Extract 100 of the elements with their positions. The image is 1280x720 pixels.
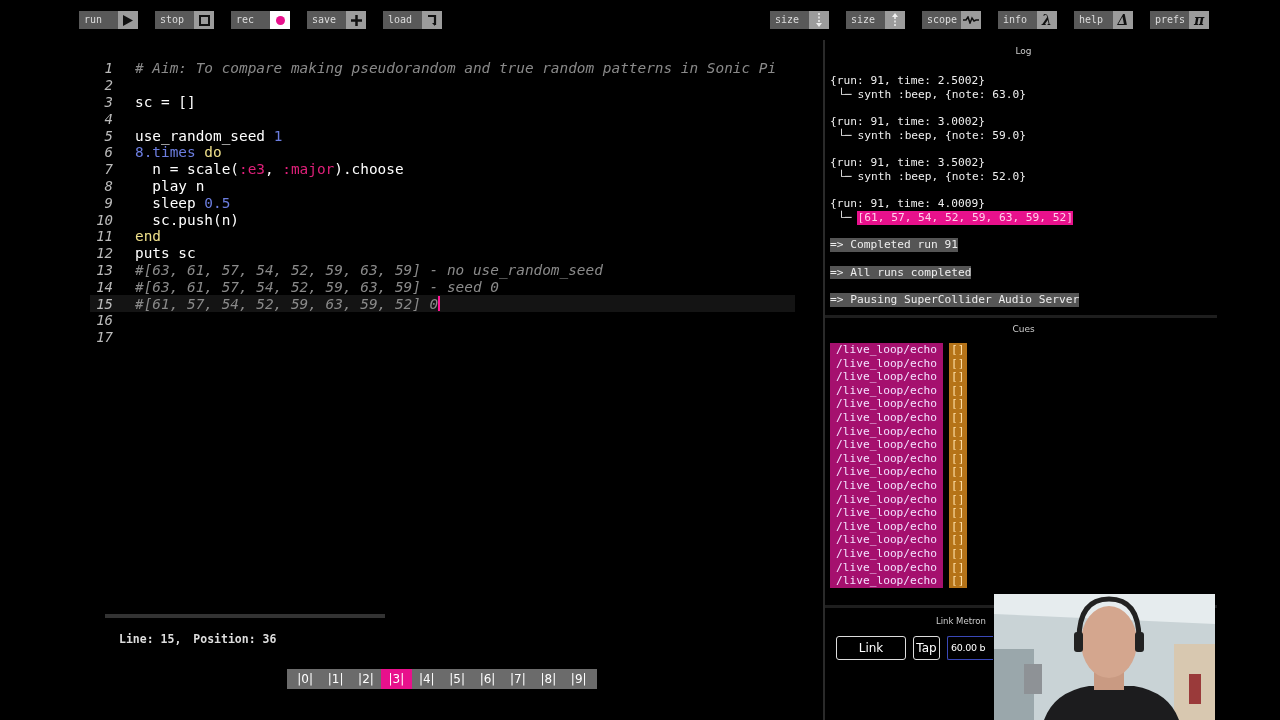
code-line: #[63, 61, 57, 54, 52, 59, 63, 59] - seed 0 [135, 278, 499, 295]
code-line: sc.push(n) [151, 211, 239, 228]
help-button[interactable]: help Δ [1074, 11, 1133, 29]
cue-path: /live_loop/echo [836, 546, 938, 561]
cue-value: [] [951, 533, 965, 547]
log-detail: synth :beep, {note: 63.0} [857, 87, 1026, 102]
cue-path: /live_loop/echo [836, 356, 938, 371]
cue-path: /live_loop/echo [836, 424, 938, 439]
symbol-icon: Δ [1113, 11, 1133, 29]
workspace-tab[interactable]: |6| [472, 669, 503, 689]
metronome-title: Link Metron [936, 616, 986, 626]
bpm-field[interactable]: 60.00 b [947, 636, 993, 660]
cues-title: Cues [1011, 323, 1036, 336]
code-line: end [135, 228, 161, 245]
workspace-tab[interactable]: |3| [381, 669, 412, 689]
cue-value: [] [951, 410, 965, 425]
line-number: 14 [95, 278, 113, 295]
cue-value: [] [951, 560, 965, 575]
code-line: 8.times do [135, 144, 222, 161]
log-header: {run: 91, time: 2.5002} [830, 74, 986, 87]
code-line: puts sc [135, 245, 196, 262]
workspace-tab[interactable]: |1| [320, 669, 351, 689]
rec-button[interactable]: rec [231, 11, 290, 29]
workspace-tab[interactable]: |4| [411, 669, 442, 689]
branch-glyph: └─ [838, 87, 852, 102]
link-button[interactable]: Link [836, 636, 906, 660]
workspace-tab[interactable]: |7| [502, 669, 534, 689]
code-line: use_random_seed 1 [135, 127, 283, 144]
line-indicator: Line: 15, [119, 632, 182, 648]
cue-path: /live_loop/echo [836, 560, 938, 575]
log-header: {run: 91, time: 4.0009} [830, 197, 986, 211]
symbol-icon: π [1189, 11, 1209, 29]
load-icon [422, 11, 442, 29]
cue-value: [] [951, 424, 965, 439]
cue-path: /live_loop/echo [836, 533, 938, 547]
position-indicator: Position: 36 [193, 632, 277, 648]
code-line: #[63, 61, 57, 54, 52, 59, 63, 59] - no use_random_seed [135, 261, 603, 278]
line-number: 16 [95, 312, 113, 329]
size-button[interactable]: size [770, 11, 829, 29]
log-message: => Completed run 91 [830, 238, 958, 253]
cue-value: [] [951, 397, 965, 411]
branch-glyph: └─ [838, 169, 852, 184]
cue-path: /live_loop/echo [836, 370, 938, 384]
line-number: 15 [95, 295, 113, 312]
log-detail: [61, 57, 54, 52, 59, 63, 59, 52] [857, 211, 1074, 225]
cue-value: [] [951, 519, 965, 534]
log-header: {run: 91, time: 3.5002} [830, 156, 986, 170]
workspace-tab[interactable]: |2| [350, 669, 382, 689]
workspace-tab[interactable]: |5| [441, 669, 473, 689]
cue-value: [] [951, 506, 965, 520]
record-icon [270, 11, 290, 29]
cue-value: [] [951, 356, 965, 371]
workspace-tab[interactable]: |8| [533, 669, 564, 689]
code-line: sc = [] [135, 94, 196, 110]
prefs-button[interactable]: prefs π [1150, 11, 1209, 29]
line-number: 8 [103, 177, 113, 194]
cue-path: /live_loop/echo [836, 492, 938, 507]
log-message: => All runs completed [830, 265, 972, 280]
log-header: {run: 91, time: 3.0002} [830, 115, 986, 129]
workspace-tab[interactable]: |9| [563, 669, 594, 689]
plus-icon [346, 11, 366, 29]
log-message: => Pausing SuperCollider Audio Server [830, 293, 1080, 307]
cue-value: [] [951, 492, 965, 507]
cue-path: /live_loop/echo [836, 519, 938, 534]
workspace-tab[interactable]: |0| [290, 669, 321, 689]
cue-path: /live_loop/echo [836, 478, 938, 493]
cue-path: /live_loop/echo [836, 506, 938, 520]
cue-path: /live_loop/echo [836, 383, 938, 398]
info-button[interactable]: info λ [998, 11, 1057, 29]
size-button[interactable]: size [846, 11, 905, 29]
log-detail: synth :beep, {note: 59.0} [857, 128, 1026, 143]
arrow-up-icon [885, 11, 905, 29]
line-number: 12 [95, 245, 113, 262]
save-button[interactable]: save [307, 11, 366, 29]
cue-value: [] [951, 451, 965, 466]
line-number: 3 [103, 94, 113, 110]
load-button[interactable]: load [383, 11, 442, 29]
line-number: 5 [103, 127, 113, 144]
cue-path: /live_loop/echo [836, 465, 938, 479]
tap-button[interactable]: Tap [913, 636, 940, 660]
cue-path: /live_loop/echo [836, 397, 938, 411]
code-line: play n [151, 177, 205, 194]
code-line: sleep 0.5 [151, 194, 231, 211]
cue-value: [] [951, 438, 965, 452]
log-title: Log [1014, 45, 1033, 58]
cue-value: [] [951, 465, 965, 479]
symbol-icon: λ [1037, 11, 1057, 29]
stop-button[interactable]: stop [155, 11, 214, 29]
arrow-down-icon [809, 11, 829, 29]
cue-value: [] [951, 370, 965, 384]
cue-path: /live_loop/echo [836, 451, 938, 466]
scope-button[interactable]: scope [922, 11, 981, 29]
run-button[interactable]: run [79, 11, 138, 29]
cue-path: /live_loop/echo [836, 438, 938, 452]
cue-path: /live_loop/echo [836, 574, 938, 588]
branch-glyph: └─ [838, 211, 852, 225]
line-number: 11 [95, 228, 113, 245]
line-number: 10 [95, 211, 113, 228]
scrollbar[interactable] [105, 614, 385, 618]
cue-value: [] [951, 546, 965, 561]
